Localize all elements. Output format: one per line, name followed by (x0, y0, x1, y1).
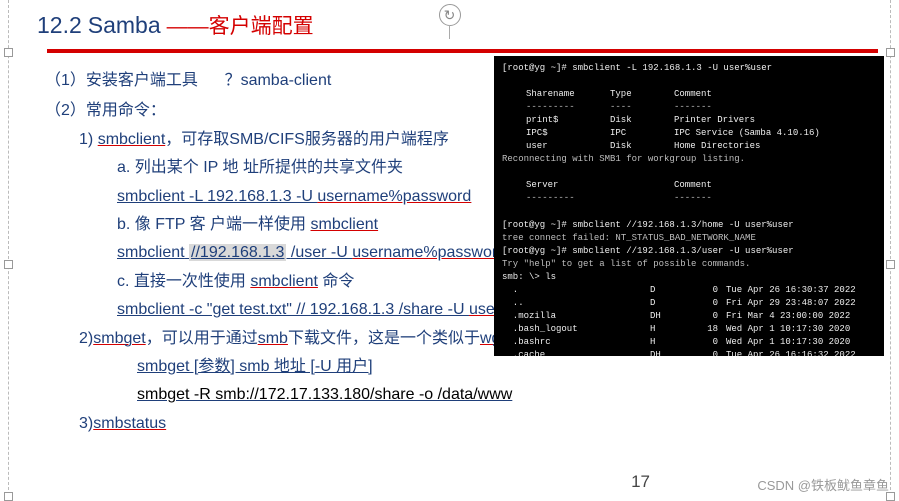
title-sub: ——客户端配置 (167, 10, 314, 40)
terminal-line: tree connect failed: NT_STATUS_BAD_NETWO… (502, 232, 876, 245)
text: smbclient -L 192.168.1.3 -U (117, 188, 317, 205)
rotate-handle-icon[interactable]: ↻ (439, 4, 461, 26)
text: b. 像 FTP 客 户端一样使用 (117, 216, 311, 233)
ls-row: .D0Tue Apr 26 16:30:37 2022 (502, 284, 876, 297)
ip: //192.168.1.3 (189, 244, 286, 261)
cmd: smbclient //192.168.1.3 /user -U usernam… (117, 244, 506, 261)
cmd: smbclient -L 192.168.1.3 -U username%pas… (117, 188, 471, 205)
text: 下载文件，这是一个类似于 (288, 330, 480, 347)
col: Comment (674, 179, 876, 192)
text: smbclient (117, 244, 185, 261)
server-header: Server Comment (526, 179, 876, 192)
text: 3) (79, 415, 93, 432)
text: smbclient -c "get test.txt" // 192.168.1… (117, 301, 469, 318)
ls-row: ..D0Fri Apr 29 23:48:07 2022 (502, 297, 876, 310)
col: Server (526, 179, 596, 192)
share-row: IPC$IPCIPC Service (Samba 4.10.16) (526, 127, 876, 140)
ls-row: .bash_logoutH18Wed Apr 1 10:17:30 2020 (502, 323, 876, 336)
col: Sharename (526, 88, 596, 101)
col: Type (610, 88, 660, 101)
text: 1) (79, 131, 93, 148)
text: 命令 (318, 273, 354, 290)
share-row: userDiskHome Directories (526, 140, 876, 153)
text: username%password (317, 188, 471, 205)
title-name: Samba (88, 12, 161, 39)
terminal-line: smb: \> ls (502, 271, 876, 284)
title-underline (47, 49, 878, 53)
text: ？samba-client (225, 72, 332, 89)
text: username%password (352, 244, 506, 261)
text: 2) (79, 330, 93, 347)
ls-row: .mozillaDH0Fri Mar 4 23:00:00 2022 (502, 310, 876, 323)
server-sep: ---------------- (526, 192, 876, 205)
ls-row: .bashrcH0Wed Apr 1 10:17:30 2020 (502, 336, 876, 349)
col: Comment (674, 88, 876, 101)
item-2-3: 3)smbstatus (79, 411, 870, 437)
ls-row: .cacheDH0Tue Apr 26 16:16:32 2022 (502, 349, 876, 356)
page-number: 17 (631, 472, 650, 492)
resize-handle[interactable] (4, 260, 13, 269)
terminal-line: Try "help" to get a list of possible com… (502, 258, 876, 271)
smbget-example: smbget -R smb://172.17.133.180/share -o … (137, 382, 870, 408)
text: smb (258, 330, 288, 347)
text: ，可以用于通过 (146, 330, 258, 347)
cmd: smbclient (311, 216, 379, 233)
terminal-line: [root@yg ~]# smbclient //192.168.1.3/use… (502, 245, 876, 258)
resize-handle[interactable] (4, 48, 13, 57)
terminal-line: [root@yg ~]# smbclient //192.168.1.3/hom… (502, 219, 876, 232)
share-sep: -------------------- (526, 101, 876, 114)
text: ，可存取SMB/CIFS服务器的用户端程序 (165, 131, 449, 148)
cmd: smbstatus (93, 415, 166, 432)
resize-handle[interactable] (886, 260, 895, 269)
terminal-screenshot: [root@yg ~]# smbclient -L 192.168.1.3 -U… (494, 56, 884, 356)
cmd: smbget (93, 330, 145, 347)
share-header: Sharename Type Comment (526, 88, 876, 101)
smbget-usage: smbget [参数] smb 地址 [-U 用户] (137, 354, 870, 380)
text: c. 直接一次性使用 (117, 273, 250, 290)
slide-body: ↻ 12.2 Samba ——客户端配置 （1）安装客户端工具 ？samba-c… (8, 0, 891, 500)
text: （1）安装客户端工具 (45, 72, 198, 89)
text: /user -U (291, 244, 352, 261)
share-row: print$DiskPrinter Drivers (526, 114, 876, 127)
watermark: CSDN @铁板鱿鱼章鱼 (757, 475, 889, 494)
cmd: smbclient (98, 131, 166, 148)
resize-handle[interactable] (886, 48, 895, 57)
title-number: 12.2 (37, 12, 82, 39)
terminal-line: Reconnecting with SMB1 for workgroup lis… (502, 153, 876, 166)
cmd: smbclient (250, 273, 318, 290)
terminal-line: [root@yg ~]# smbclient -L 192.168.1.3 -U… (502, 62, 876, 75)
